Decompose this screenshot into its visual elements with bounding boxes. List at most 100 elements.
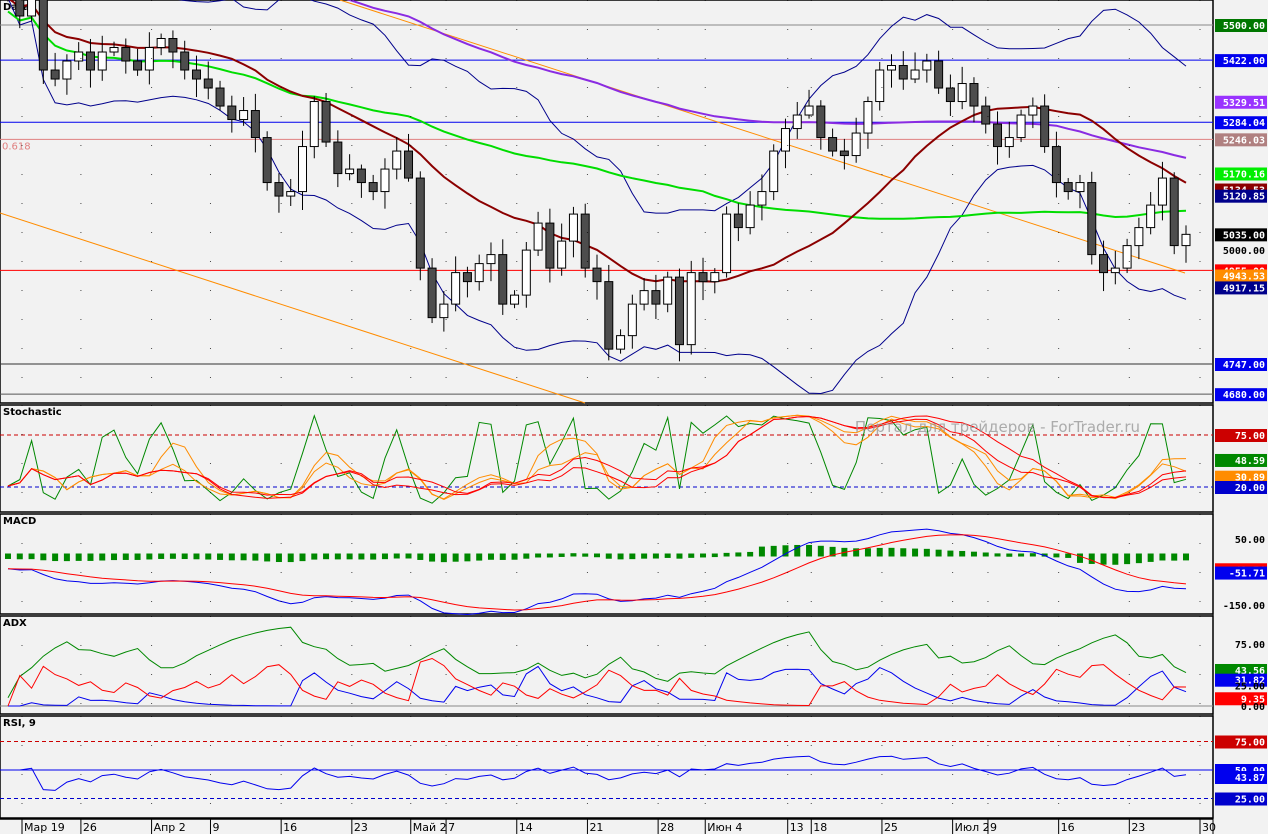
- panel-adx: [0, 615, 1214, 715]
- macd-bar: [994, 553, 1001, 557]
- macd-bar: [558, 553, 565, 557]
- macd-bar: [1171, 553, 1178, 561]
- macd-bar: [464, 553, 471, 562]
- candle: [851, 132, 861, 157]
- macd-bar: [817, 545, 824, 557]
- candle: [722, 213, 732, 274]
- macd-bar: [959, 550, 966, 557]
- macd-bar: [711, 553, 718, 558]
- candle: [957, 83, 967, 103]
- candle: [462, 272, 472, 283]
- macd-bar: [358, 553, 365, 560]
- candle: [745, 204, 755, 229]
- macd-bar: [52, 553, 59, 562]
- price-tick: 5000.00: [1223, 246, 1265, 257]
- candle: [887, 65, 896, 71]
- candle: [486, 254, 496, 265]
- macd-bar: [205, 553, 212, 560]
- price-label: 5422.00: [1223, 56, 1265, 67]
- macd-bar: [1100, 553, 1107, 565]
- candle: [757, 191, 767, 206]
- macd-bar: [1053, 553, 1060, 558]
- price-label: 4747.00: [1223, 360, 1265, 371]
- candle: [415, 177, 425, 269]
- candle: [780, 128, 790, 152]
- candle: [521, 249, 531, 296]
- macd-bar: [864, 548, 871, 557]
- macd-bar: [158, 553, 165, 559]
- macd-bar: [770, 545, 777, 557]
- candle: [1075, 182, 1085, 193]
- indicator-tick: 25.00: [1235, 681, 1265, 692]
- candle: [250, 110, 260, 139]
- candle: [97, 51, 107, 71]
- macd-bar: [16, 553, 23, 560]
- macd-bar: [146, 553, 153, 560]
- macd-bar: [393, 553, 400, 559]
- candle: [474, 263, 484, 283]
- macd-bar: [688, 553, 695, 558]
- candle: [875, 69, 885, 103]
- macd-bar: [99, 553, 106, 561]
- candle: [109, 47, 119, 53]
- macd-bar: [334, 553, 341, 560]
- date-label: 21: [589, 821, 603, 834]
- candle: [592, 267, 602, 283]
- macd-bar: [1018, 553, 1025, 557]
- macd-bar: [323, 553, 330, 560]
- trading-chart[interactable]: DataStochasticMACDADXRSI, 95500.005422.0…: [0, 0, 1268, 834]
- macd-bar: [523, 553, 530, 559]
- price-label: 5170.16: [1223, 169, 1265, 180]
- macd-bar: [28, 553, 35, 560]
- panel-title-macd: MACD: [3, 516, 36, 527]
- macd-bar: [570, 553, 577, 557]
- panel-title-stochastic: Stochastic: [3, 407, 62, 418]
- macd-bar: [63, 553, 70, 562]
- macd-bar: [499, 553, 506, 560]
- price-label: 5120.85: [1223, 192, 1265, 203]
- candle: [27, 0, 37, 17]
- candle: [62, 60, 72, 80]
- macd-bar: [417, 553, 424, 560]
- indicator-label: 25.00: [1235, 795, 1265, 806]
- candle: [1146, 204, 1156, 229]
- date-label: Апр 2: [154, 821, 186, 834]
- candle: [863, 101, 873, 134]
- indicator-tick: 0.00: [1241, 702, 1265, 713]
- price-label: 5284.04: [1223, 118, 1265, 129]
- macd-bar: [723, 552, 730, 557]
- candle: [168, 38, 178, 53]
- price-label: 4680.00: [1223, 390, 1265, 401]
- macd-bar: [747, 551, 754, 557]
- candle: [627, 303, 637, 337]
- macd-bar: [181, 553, 188, 560]
- candle: [380, 168, 390, 193]
- macd-bar: [511, 553, 518, 560]
- macd-bar: [935, 549, 942, 557]
- indicator-label: 20.00: [1235, 483, 1265, 494]
- price-label: 5246.03: [1223, 135, 1265, 146]
- macd-bar: [252, 553, 259, 561]
- candle: [85, 51, 95, 71]
- macd-bar: [1065, 553, 1072, 558]
- candle: [356, 168, 366, 184]
- indicator-label: 75.00: [1235, 431, 1265, 442]
- candle: [1099, 254, 1109, 274]
- date-label: 28: [660, 821, 674, 834]
- candle: [1087, 182, 1097, 256]
- candle: [345, 168, 355, 175]
- macd-bar: [1183, 553, 1189, 561]
- indicator-label: 75.00: [1235, 738, 1265, 749]
- candle: [639, 290, 649, 305]
- indicator-tick: -150.00: [1223, 601, 1265, 612]
- candle: [710, 272, 720, 283]
- macd-bar: [287, 553, 294, 563]
- price-label: 5329.51: [1223, 98, 1265, 109]
- price-label: 5500.00: [1223, 21, 1265, 32]
- candle: [922, 60, 932, 71]
- candle: [792, 114, 802, 130]
- date-label: 25: [884, 821, 898, 834]
- candle: [38, 0, 48, 71]
- macd-bar: [476, 553, 483, 561]
- candle: [616, 335, 626, 350]
